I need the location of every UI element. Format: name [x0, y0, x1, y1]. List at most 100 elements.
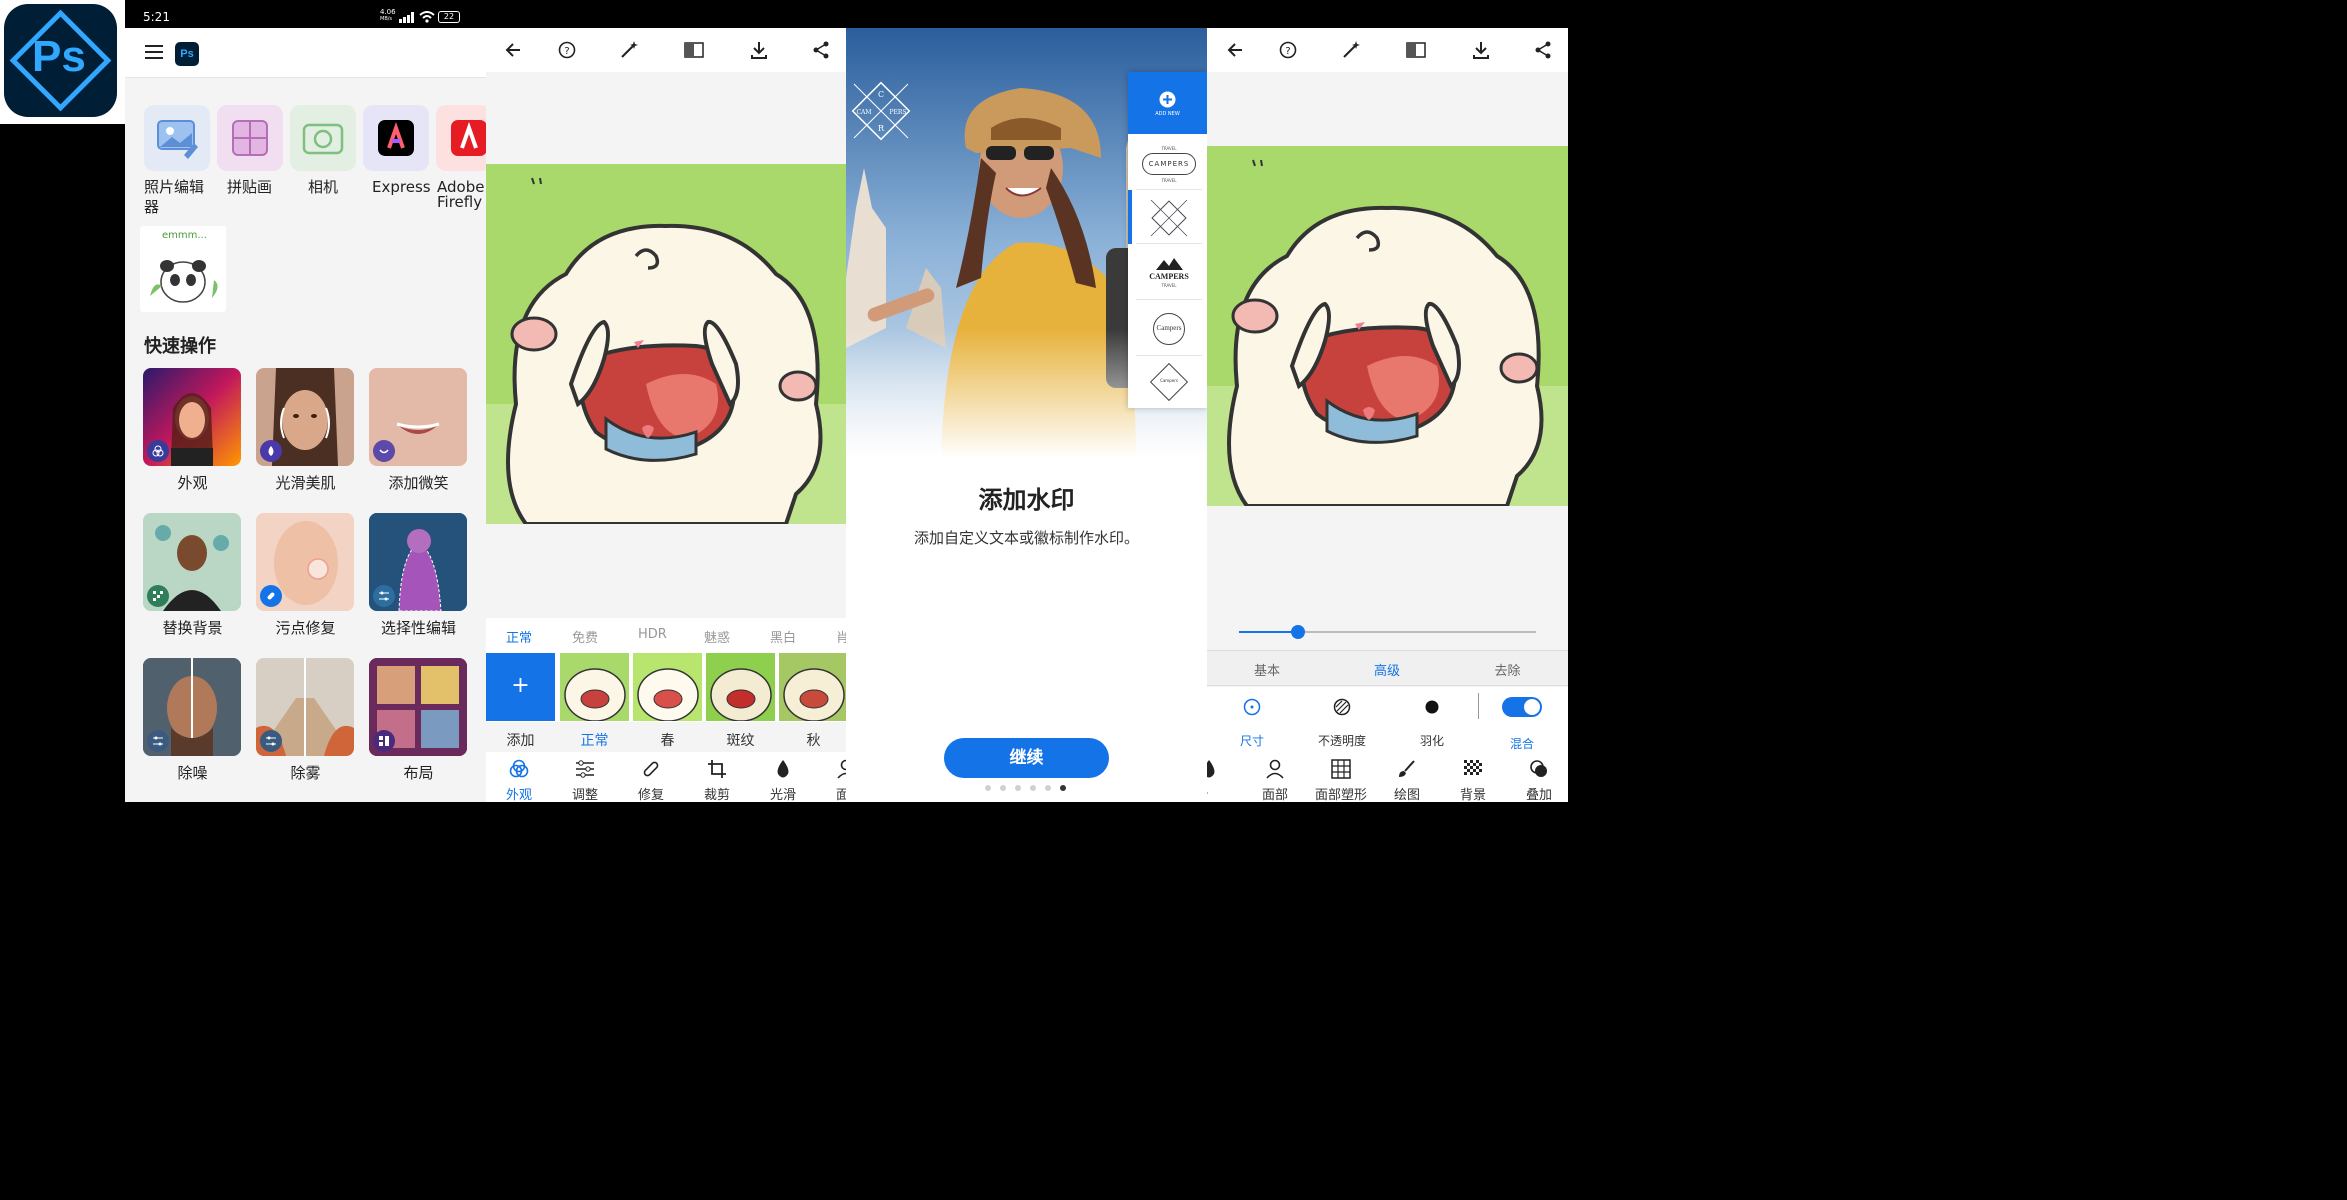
- page-dot-active[interactable]: [1060, 785, 1066, 791]
- tile-label-express: Express: [372, 178, 431, 196]
- logo-option-5[interactable]: Campers: [1136, 358, 1202, 408]
- tool-draw[interactable]: 绘图: [1377, 752, 1437, 802]
- tool-crop[interactable]: 裁剪: [687, 752, 747, 802]
- logo-option-1[interactable]: CAMPERS TRAVEL TRAVEL: [1136, 138, 1202, 190]
- tab-remove[interactable]: 去除: [1447, 660, 1568, 679]
- tab-bw[interactable]: 黑白: [770, 627, 796, 646]
- preset-thumb-stripe[interactable]: [706, 653, 775, 721]
- tab-basic[interactable]: 基本: [1207, 660, 1327, 679]
- magic-wand-icon[interactable]: [619, 40, 639, 60]
- preset-label-spring: 春: [660, 733, 675, 749]
- quick-action-dehaze[interactable]: [256, 658, 354, 756]
- tool-face[interactable]: 面部: [1245, 752, 1305, 802]
- tab-portrait[interactable]: 肖: [836, 627, 846, 646]
- tool-overlay[interactable]: 叠加: [1509, 752, 1568, 802]
- logo-option-subtext: TRAVEL: [1161, 146, 1177, 151]
- tile-label-camera: 相机: [308, 178, 339, 196]
- tool-face[interactable]: 面: [816, 752, 846, 802]
- editor-bottom-bar: 滑 面部 面部塑形 绘图 背景 叠加: [1207, 752, 1568, 802]
- quick-action-look[interactable]: [143, 368, 241, 466]
- share-icon[interactable]: [1534, 41, 1552, 59]
- preset-thumb-spring[interactable]: [633, 653, 702, 721]
- quick-action-label: 选择性编辑: [380, 619, 456, 637]
- tool-adjust[interactable]: 调整: [555, 752, 615, 802]
- image-canvas[interactable]: [1207, 146, 1568, 506]
- tool-face-shape[interactable]: 面部塑形: [1311, 752, 1371, 802]
- firefly-tile[interactable]: [436, 105, 486, 171]
- share-icon[interactable]: [812, 41, 830, 59]
- option-feather[interactable]: 羽化: [1387, 687, 1477, 752]
- express-tile[interactable]: [363, 105, 429, 171]
- image-canvas[interactable]: [486, 164, 846, 524]
- option-size[interactable]: 尺寸: [1207, 687, 1297, 752]
- quick-action-denoise[interactable]: [143, 658, 241, 756]
- tool-label: 面部塑形: [1314, 788, 1367, 802]
- signal-icon: [399, 12, 414, 23]
- tool-smooth[interactable]: 滑: [1207, 752, 1237, 802]
- blend-label: 混合: [1509, 737, 1534, 751]
- divider: [1478, 693, 1479, 719]
- help-icon[interactable]: ?: [558, 41, 576, 59]
- checker-icon: [1464, 760, 1482, 775]
- continue-button[interactable]: 继续: [944, 738, 1109, 778]
- quick-action-layout[interactable]: [369, 658, 467, 756]
- back-arrow-icon[interactable]: [1226, 41, 1244, 59]
- magic-wand-icon[interactable]: [1341, 40, 1361, 60]
- quick-action-spot-heal[interactable]: [256, 513, 354, 611]
- camera-tile[interactable]: [290, 105, 356, 171]
- recent-image-thumbnail[interactable]: emmm...: [140, 226, 226, 312]
- status-bar-area: [486, 0, 846, 28]
- tool-background[interactable]: 背景: [1443, 752, 1503, 802]
- add-new-logo-button[interactable]: ADD NEW: [1128, 72, 1207, 134]
- download-icon[interactable]: [1472, 40, 1490, 60]
- quick-action-smooth-skin[interactable]: [256, 368, 354, 466]
- page-dot[interactable]: [1015, 785, 1021, 791]
- tool-smooth[interactable]: 光滑: [753, 752, 813, 802]
- ps-small-logo: Ps: [175, 42, 199, 66]
- tool-heal[interactable]: 修复: [621, 752, 681, 802]
- tab-normal[interactable]: 正常: [506, 627, 532, 646]
- page-dot[interactable]: [1045, 785, 1051, 791]
- quick-action-replace-bg[interactable]: [143, 513, 241, 611]
- logo-option-3[interactable]: CAMPERS TRAVEL: [1136, 246, 1202, 300]
- help-icon[interactable]: ?: [1279, 41, 1297, 59]
- back-arrow-icon[interactable]: [504, 41, 522, 59]
- blend-toggle[interactable]: [1502, 697, 1542, 717]
- compare-icon[interactable]: [1406, 41, 1426, 59]
- tab-glamour[interactable]: 魅惑: [704, 627, 730, 646]
- collage-tile[interactable]: [217, 105, 283, 171]
- tool-looks[interactable]: 外观: [489, 752, 549, 802]
- editor-screen: ? 正常 免费 HDR 魅惑 黑白 肖 + 添加 正常 春 斑纹 秋 外观 调整…: [486, 0, 846, 802]
- tab-free[interactable]: 免费: [572, 627, 598, 646]
- menu-icon[interactable]: [145, 45, 163, 59]
- watermark-preview-photo: C CAM PERS R ADD NEW CAMPERS TRAVEL TRAV…: [846, 28, 1207, 458]
- preset-thumb-autumn[interactable]: [779, 653, 846, 721]
- page-dot[interactable]: [1030, 785, 1036, 791]
- page-dot[interactable]: [985, 785, 991, 791]
- opacity-icon: [1333, 698, 1351, 716]
- tab-hdr[interactable]: HDR: [638, 627, 667, 642]
- logo-option-2[interactable]: [1136, 192, 1202, 244]
- droplet-icon: [1207, 760, 1215, 778]
- page-dot[interactable]: [1000, 785, 1006, 791]
- photo-editor-tile[interactable]: [144, 105, 210, 171]
- photo-editor-icon: [157, 120, 198, 159]
- campers-diamond-option: [1150, 199, 1188, 237]
- quick-action-label: 替换背景: [162, 619, 223, 637]
- size-slider-thumb[interactable]: [1291, 625, 1306, 639]
- logo-option-4[interactable]: Campers: [1136, 302, 1202, 356]
- compare-icon[interactable]: [684, 41, 704, 59]
- preset-image: [560, 653, 629, 721]
- quick-action-selective-edit[interactable]: [369, 513, 467, 611]
- tab-advanced[interactable]: 高级: [1327, 660, 1447, 679]
- option-opacity[interactable]: 不透明度: [1297, 687, 1387, 752]
- logo-option-subtext: TRAVEL: [1161, 283, 1177, 288]
- tile-label-photo-editor: 照片编辑: [144, 178, 205, 196]
- add-preset-button[interactable]: +: [486, 653, 555, 721]
- preset-thumb-normal[interactable]: [560, 653, 629, 721]
- quick-action-add-smile[interactable]: [369, 368, 467, 466]
- net-unit: MB/s: [380, 16, 393, 22]
- camera-icon: [302, 123, 344, 155]
- app-icon-frame: Ps: [0, 0, 125, 124]
- download-icon[interactable]: [750, 40, 768, 60]
